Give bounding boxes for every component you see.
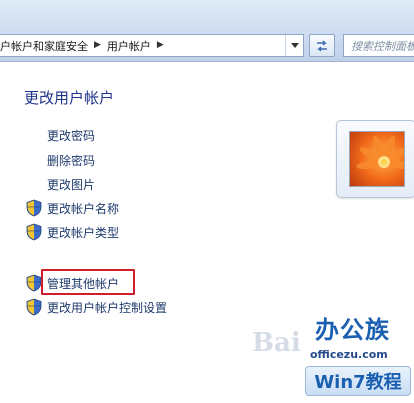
uac-shield-icon (26, 298, 42, 316)
change-account-name-link[interactable]: 更改帐户名称 (26, 199, 119, 217)
navigation-bar: 户帐户和家庭安全 ▶ 用户帐户 ▶ 搜索控制面板 (0, 0, 414, 62)
task-label: 更改用户帐户控制设置 (47, 300, 168, 315)
address-bar[interactable]: 户帐户和家庭安全 ▶ 用户帐户 ▶ (0, 34, 304, 57)
baidu-watermark: Bai (252, 328, 301, 358)
task-label: 删除密码 (47, 154, 96, 168)
task-label: 更改帐户类型 (47, 225, 120, 240)
change-password-link[interactable]: 更改密码 (47, 127, 95, 144)
task-label: 更改密码 (47, 129, 96, 143)
search-placeholder: 搜索控制面板 (351, 39, 414, 53)
site-watermark: 办公族 officezu.com Win7教程 (300, 302, 414, 403)
watermark-site-text: officezu.com (310, 348, 388, 361)
task-label: 更改帐户名称 (47, 201, 120, 216)
breadcrumb-separator-icon[interactable]: ▶ (94, 41, 101, 50)
flower-picture-icon (350, 132, 404, 186)
uac-shield-icon (26, 199, 42, 217)
change-account-type-link[interactable]: 更改帐户类型 (26, 223, 119, 241)
breadcrumb-item[interactable]: 用户帐户 (107, 38, 151, 54)
refresh-button[interactable] (309, 34, 335, 57)
uac-shield-icon (26, 223, 42, 241)
change-uac-settings-link[interactable]: 更改用户帐户控制设置 (26, 298, 167, 316)
task-label: 更改图片 (47, 178, 96, 192)
watermark-win7-badge: Win7教程 (305, 366, 411, 396)
user-picture-frame (336, 120, 414, 198)
watermark-logo-text: 办公族 (315, 316, 390, 344)
highlight-box (41, 269, 135, 295)
refresh-icon (317, 39, 327, 52)
breadcrumb-item[interactable]: 户帐户和家庭安全 (0, 38, 88, 54)
change-picture-link[interactable]: 更改图片 (47, 176, 95, 193)
page-title: 更改用户帐户 (24, 89, 115, 107)
address-dropdown-button[interactable] (285, 35, 303, 56)
user-picture (349, 131, 405, 187)
breadcrumb-separator-icon[interactable]: ▶ (157, 41, 164, 50)
remove-password-link[interactable]: 删除密码 (47, 152, 95, 169)
uac-shield-icon (26, 274, 42, 292)
search-input[interactable]: 搜索控制面板 (343, 34, 414, 57)
chevron-down-icon (290, 42, 299, 48)
